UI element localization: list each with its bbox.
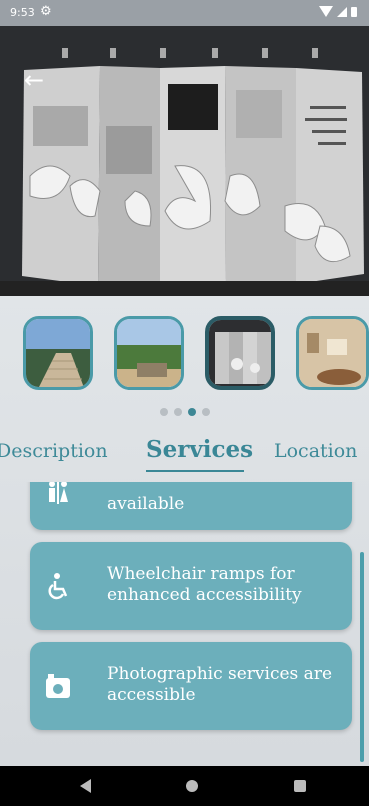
restroom-icon — [49, 482, 68, 504]
wheelchair-icon — [48, 573, 68, 600]
status-bar: 9:53 ⚙ — [0, 0, 369, 26]
service-card: available — [30, 482, 352, 530]
camera-icon — [46, 674, 70, 698]
service-text: Photographic services are accessible — [107, 664, 333, 705]
gear-icon: ⚙ — [40, 4, 52, 19]
thumbnail-park[interactable] — [114, 316, 184, 390]
service-text: Wheelchair ramps for enhanced accessibil… — [107, 564, 302, 605]
service-text: available — [107, 494, 185, 514]
battery-icon — [351, 6, 357, 17]
pagination-dot-active[interactable] — [188, 408, 196, 416]
scrollbar[interactable] — [360, 552, 364, 762]
back-button[interactable]: ← — [24, 66, 56, 94]
carousel-pagination — [160, 408, 210, 416]
services-list[interactable]: available Wheelchair ramps for enhanced … — [16, 482, 360, 750]
tab-services[interactable]: Services — [146, 436, 253, 463]
tab-description[interactable]: Description — [0, 440, 108, 462]
nav-recents-icon[interactable] — [294, 780, 306, 792]
service-card: Photographic services are accessible — [30, 642, 352, 730]
thumbnail-exhibit[interactable] — [205, 316, 275, 390]
hero-image: ← — [0, 26, 369, 296]
thumbnail-stairs[interactable] — [23, 316, 93, 390]
pagination-dot[interactable] — [160, 408, 168, 416]
nav-home-icon[interactable] — [186, 780, 198, 792]
active-tab-indicator — [146, 470, 244, 472]
wifi-icon — [319, 6, 333, 17]
nav-back-icon[interactable] — [80, 779, 91, 793]
detail-tabs: Description Services Location — [0, 436, 369, 476]
thumbnail-interior[interactable] — [296, 316, 369, 390]
details-panel: Description Services Location available … — [0, 296, 369, 766]
pagination-dot[interactable] — [174, 408, 182, 416]
service-card: Wheelchair ramps for enhanced accessibil… — [30, 542, 352, 630]
signal-icon — [337, 6, 347, 17]
system-nav-bar — [0, 766, 369, 806]
tab-location[interactable]: Location — [274, 440, 357, 462]
status-time: 9:53 — [10, 6, 35, 19]
arrow-left-icon: ← — [24, 66, 45, 94]
pagination-dot[interactable] — [202, 408, 210, 416]
thumbnail-carousel[interactable] — [0, 316, 369, 396]
